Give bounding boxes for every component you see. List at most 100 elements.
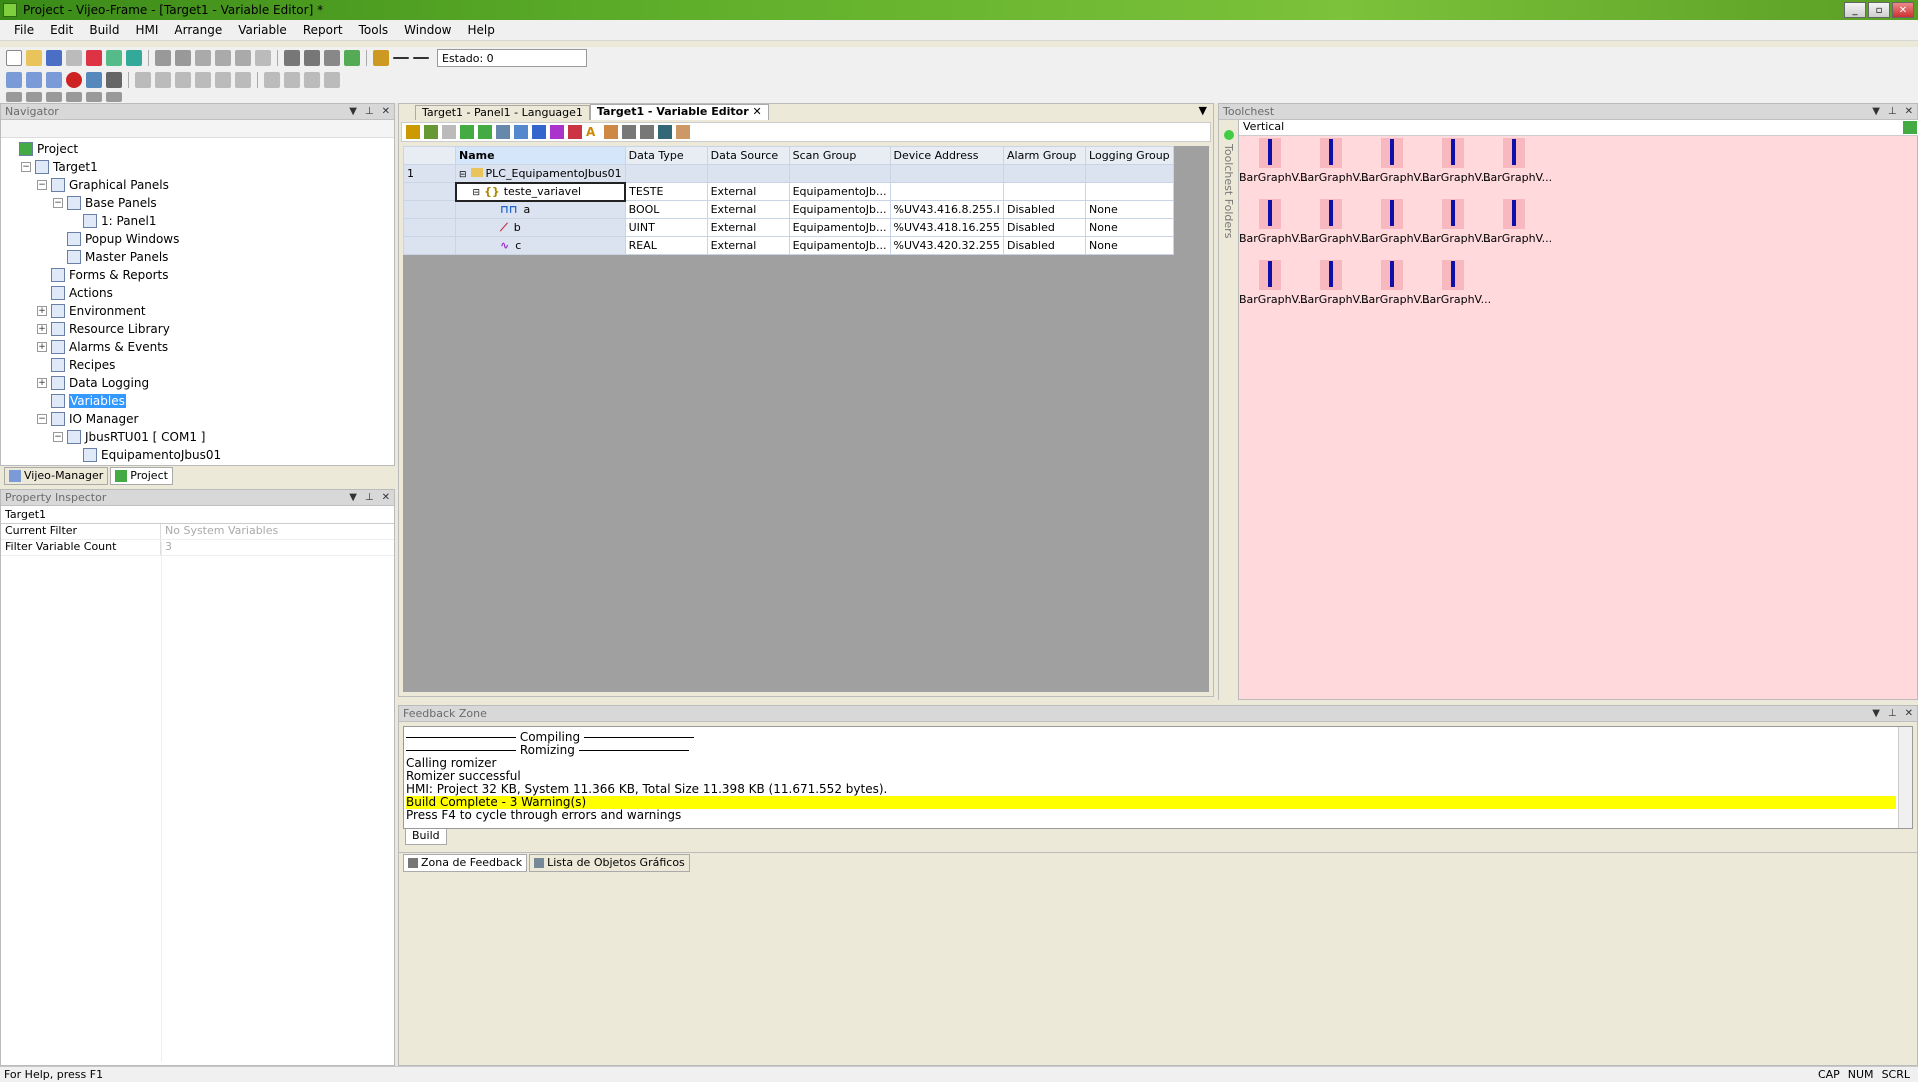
toolchest-item[interactable]: BarGraphV... bbox=[1239, 199, 1308, 245]
save-icon[interactable] bbox=[46, 50, 62, 66]
redo-icon[interactable] bbox=[175, 50, 191, 66]
menu-tools[interactable]: Tools bbox=[351, 23, 397, 37]
toolchest-item[interactable]: BarGraphV... bbox=[1300, 138, 1369, 184]
menu-hmi[interactable]: HMI bbox=[127, 23, 166, 37]
align-bottom-icon[interactable] bbox=[215, 72, 231, 88]
dock-icon[interactable]: ⊥ bbox=[1888, 708, 1897, 719]
col-alarm-group[interactable]: Alarm Group bbox=[1003, 146, 1087, 165]
zoom-icon[interactable] bbox=[46, 72, 62, 88]
plus-icon[interactable] bbox=[413, 57, 429, 59]
col-logging-group[interactable]: Logging Group bbox=[1085, 146, 1174, 165]
toolchest-item[interactable]: BarGraphV... bbox=[1422, 199, 1491, 245]
download-icon[interactable] bbox=[126, 50, 142, 66]
paste-icon[interactable] bbox=[235, 50, 251, 66]
image-icon[interactable] bbox=[106, 92, 122, 102]
toolchest-item[interactable]: BarGraphV... bbox=[1300, 260, 1369, 306]
grid-view-icon[interactable] bbox=[676, 125, 690, 139]
pin-icon[interactable]: ▼ bbox=[1872, 106, 1880, 117]
menu-file[interactable]: File bbox=[6, 23, 42, 37]
expander-icon[interactable]: − bbox=[53, 198, 63, 208]
close-icon[interactable]: ✕ bbox=[1905, 106, 1913, 117]
stop-icon[interactable] bbox=[324, 50, 340, 66]
tab-lista-objetos[interactable]: Lista de Objetos Gráficos bbox=[529, 853, 690, 872]
tab-zona-de-feedback[interactable]: Zona de Feedback bbox=[403, 853, 528, 872]
tree-item[interactable]: + Data Logging bbox=[5, 374, 390, 392]
pin-icon[interactable]: ▼ bbox=[349, 492, 357, 503]
maximize-button[interactable]: ▫ bbox=[1868, 2, 1890, 18]
toolchest-item[interactable]: BarGraphV... bbox=[1422, 138, 1491, 184]
tree-item[interactable]: Master Panels bbox=[5, 248, 390, 266]
panel-icon[interactable] bbox=[6, 72, 22, 88]
menu-variable[interactable]: Variable bbox=[230, 23, 295, 37]
forward-icon[interactable] bbox=[304, 50, 320, 66]
tree-item[interactable]: EquipamentoJbus01 bbox=[5, 446, 390, 464]
col-data-type[interactable]: Data Type bbox=[624, 146, 708, 165]
toolchest-item[interactable]: BarGraphV... bbox=[1361, 199, 1430, 245]
tree-item[interactable]: Variables bbox=[5, 392, 390, 410]
tree-item[interactable]: − JbusRTU01 [ COM1 ] bbox=[5, 428, 390, 446]
toolchest-item[interactable]: BarGraphV... bbox=[1239, 260, 1308, 306]
text-icon[interactable] bbox=[86, 92, 102, 102]
feedback-scrollbar[interactable] bbox=[1898, 727, 1912, 828]
circle-icon[interactable] bbox=[66, 92, 82, 102]
expander-icon[interactable]: − bbox=[21, 162, 31, 172]
pin-icon[interactable]: ▼ bbox=[349, 106, 357, 117]
dock-icon[interactable]: ⊥ bbox=[1888, 106, 1897, 117]
toolchest-folders-strip[interactable]: Toolchest Folders bbox=[1219, 120, 1239, 700]
string-icon[interactable]: A bbox=[586, 125, 600, 139]
filter2-icon[interactable] bbox=[478, 125, 492, 139]
tab-project[interactable]: Project bbox=[110, 466, 173, 485]
tab-panel1[interactable]: Target1 - Panel1 - Language1 bbox=[415, 105, 590, 120]
ungroup-icon[interactable] bbox=[284, 72, 300, 88]
minus-icon[interactable] bbox=[393, 57, 409, 59]
state-select[interactable]: Estado: 0 bbox=[437, 49, 587, 67]
menu-help[interactable]: Help bbox=[459, 23, 502, 37]
binoculars-icon[interactable] bbox=[106, 72, 122, 88]
tree-item[interactable]: + Resource Library bbox=[5, 320, 390, 338]
group-icon[interactable] bbox=[264, 72, 280, 88]
build-icon[interactable] bbox=[106, 50, 122, 66]
expander-icon[interactable]: − bbox=[37, 414, 47, 424]
col-scan-group[interactable]: Scan Group bbox=[788, 146, 891, 165]
copy-icon[interactable] bbox=[215, 50, 231, 66]
home-icon[interactable] bbox=[344, 50, 360, 66]
tree-item[interactable]: − Graphical Panels bbox=[5, 176, 390, 194]
tree-item[interactable]: Popup Windows bbox=[5, 230, 390, 248]
filter-icon[interactable] bbox=[460, 125, 474, 139]
record-icon[interactable] bbox=[66, 72, 82, 88]
expander-icon[interactable]: − bbox=[37, 180, 47, 190]
expander-icon[interactable]: − bbox=[53, 432, 63, 442]
tree-item[interactable]: + Environment bbox=[5, 302, 390, 320]
print-icon[interactable] bbox=[66, 50, 82, 66]
align-center-icon[interactable] bbox=[155, 72, 171, 88]
delete-variable-icon[interactable] bbox=[442, 125, 456, 139]
close-button[interactable]: ✕ bbox=[1892, 2, 1914, 18]
tree-item[interactable]: − IO Manager bbox=[5, 410, 390, 428]
align-top-icon[interactable] bbox=[195, 72, 211, 88]
pin-icon[interactable]: ▼ bbox=[1872, 708, 1880, 719]
menu-window[interactable]: Window bbox=[396, 23, 459, 37]
new-group-icon[interactable] bbox=[424, 125, 438, 139]
cell-name[interactable]: ⊟{} teste_variavel bbox=[454, 181, 627, 202]
table-row[interactable]: ∿ c REAL External EquipamentoJb... %UV43.… bbox=[403, 236, 1174, 255]
toolchest-item[interactable]: BarGraphV... bbox=[1239, 138, 1308, 184]
tab-variable-editor[interactable]: Target1 - Variable Editor ✕ bbox=[589, 104, 769, 120]
col-device-address[interactable]: Device Address bbox=[889, 146, 1005, 165]
table-row[interactable]: ⟋ b UINT External EquipamentoJb... %UV43.… bbox=[403, 218, 1174, 237]
toolchest-item[interactable]: BarGraphV... bbox=[1483, 199, 1552, 245]
tree-item[interactable]: 1: Panel1 bbox=[5, 212, 390, 230]
open-icon[interactable] bbox=[26, 50, 42, 66]
tab-build[interactable]: Build bbox=[405, 829, 447, 845]
toolchest-item[interactable]: BarGraphV... bbox=[1422, 260, 1491, 306]
bring-front-icon[interactable] bbox=[304, 72, 320, 88]
align-left-icon[interactable] bbox=[135, 72, 151, 88]
toolchest-item[interactable]: BarGraphV... bbox=[1483, 138, 1552, 184]
toolchest-menu-icon[interactable] bbox=[1903, 121, 1917, 134]
real-icon[interactable] bbox=[550, 125, 564, 139]
monitor-icon[interactable] bbox=[86, 72, 102, 88]
close-icon[interactable]: ✕ bbox=[382, 492, 390, 503]
rectangle-icon[interactable] bbox=[46, 92, 62, 102]
new-icon[interactable] bbox=[6, 50, 22, 66]
table-row[interactable]: 1 ⊟ PLC_EquipamentoJbus01 bbox=[403, 164, 1174, 183]
new-variable-icon[interactable] bbox=[406, 125, 420, 139]
